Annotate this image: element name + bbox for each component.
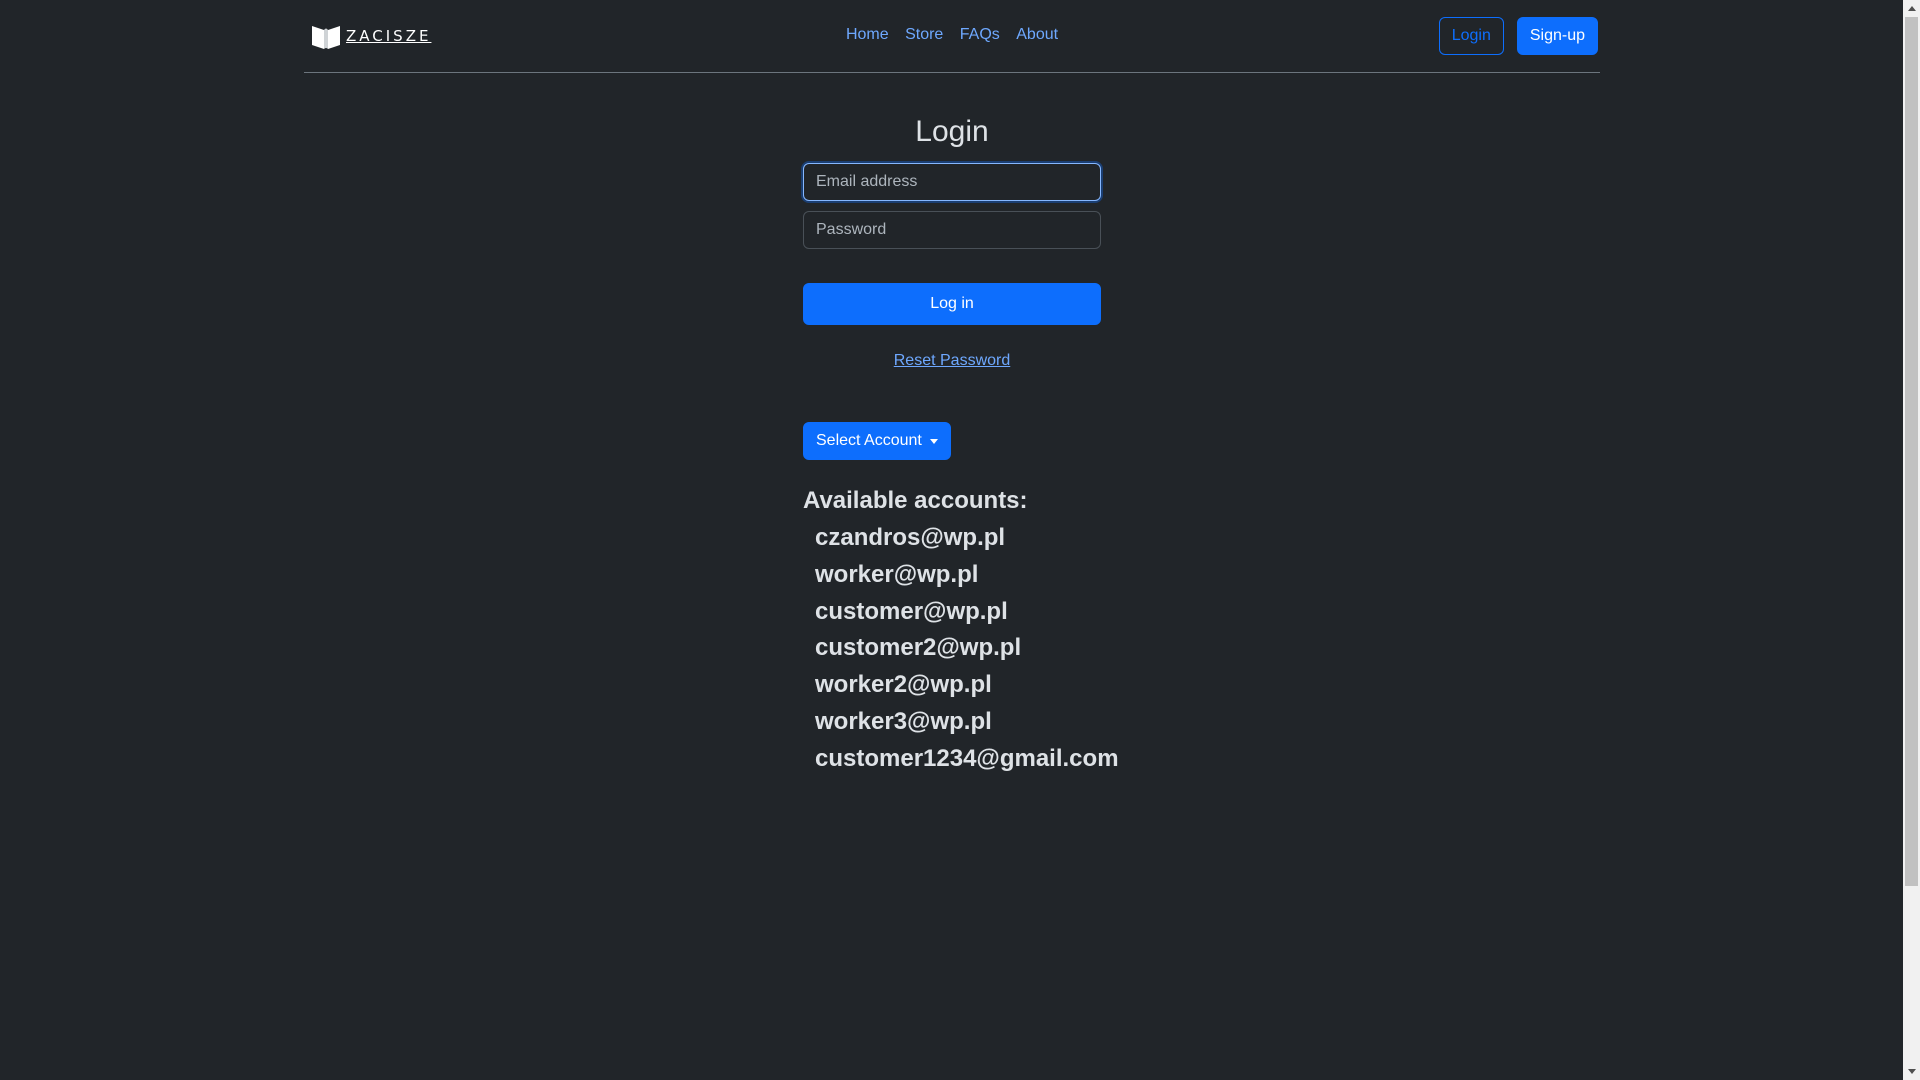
account-item: customer1234@gmail.com	[815, 744, 1119, 772]
accounts-heading: Available accounts:	[803, 487, 1028, 514]
email-field[interactable]	[803, 163, 1101, 201]
page-title: Login	[915, 115, 989, 148]
caret-down-icon	[929, 438, 938, 444]
page: ZACISZE Home Store FAQs About Login Sign…	[0, 0, 1920, 1080]
main-nav: Home Store FAQs About	[304, 26, 1600, 44]
nav-faqs[interactable]: FAQs	[960, 26, 1000, 43]
scrollbar-thumb[interactable]	[1905, 17, 1918, 886]
login-form: Login Log in Reset Password Select Accou…	[803, 110, 1119, 778]
password-field[interactable]	[803, 211, 1101, 249]
nav-about[interactable]: About	[1016, 26, 1058, 43]
scroll-up-arrow-icon[interactable]	[1903, 0, 1920, 17]
auth-buttons: Login Sign-up	[1438, 17, 1598, 55]
account-item: worker3@wp.pl	[815, 707, 992, 735]
site-header: ZACISZE Home Store FAQs About Login Sign…	[304, 0, 1600, 73]
select-account-dropdown[interactable]: Select Account	[803, 422, 951, 460]
nav-home[interactable]: Home	[846, 26, 889, 43]
account-item: worker2@wp.pl	[815, 671, 992, 699]
scroll-down-arrow-icon[interactable]	[1903, 1063, 1920, 1080]
vertical-scrollbar[interactable]	[1903, 0, 1920, 1080]
header-login-button[interactable]: Login	[1438, 17, 1504, 55]
accounts-list: czandros@wp.pl worker@wp.pl customer@wp.…	[803, 520, 1119, 778]
account-item: customer2@wp.pl	[815, 634, 1022, 662]
select-account-label: Select Account	[816, 432, 922, 449]
account-item: czandros@wp.pl	[815, 524, 1006, 551]
login-submit-button[interactable]: Log in	[803, 283, 1101, 325]
signup-button[interactable]: Sign-up	[1516, 17, 1598, 55]
reset-password-link[interactable]: Reset Password	[803, 352, 1101, 370]
account-item: worker@wp.pl	[815, 560, 979, 588]
nav-store[interactable]: Store	[905, 26, 943, 43]
account-item: customer@wp.pl	[815, 597, 1008, 625]
